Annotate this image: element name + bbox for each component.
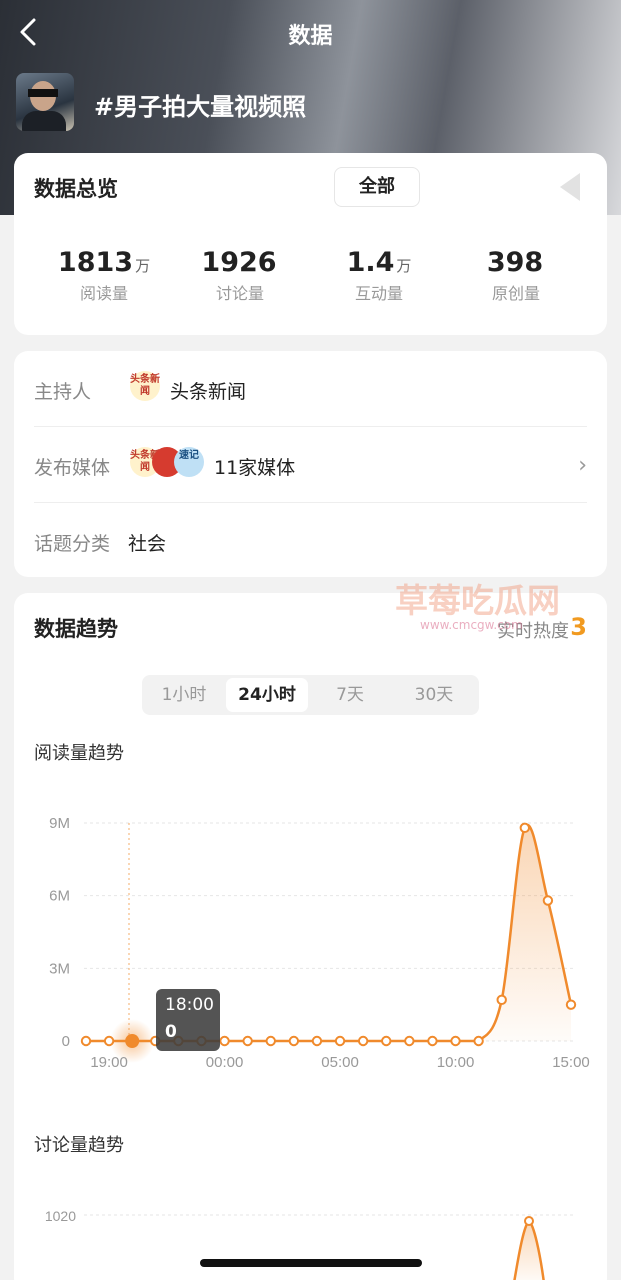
media-logo-3: 速记 (174, 447, 204, 477)
tab-24h[interactable]: 24小时 (226, 678, 308, 712)
stat-discussions: 1926 讨论量 (201, 247, 277, 303)
read-xtick-label: 15:00 (552, 1054, 590, 1071)
read-xtick-label: 05:00 (321, 1054, 359, 1071)
nav-bar: 数据 (0, 0, 621, 64)
read-ytick-label: 9M (49, 815, 70, 832)
watermark-logo: 草莓吃瓜网 (395, 581, 560, 620)
read-ytick-label: 0 (62, 1033, 70, 1050)
media-row[interactable]: 发布媒体 头条新闻 速记 11家媒体 › (34, 427, 587, 503)
read-data-point[interactable] (334, 1035, 346, 1047)
host-logo: 头条新闻 (130, 371, 160, 401)
chevron-right-icon: › (578, 453, 587, 478)
read-ytick-label: 6M (49, 888, 70, 905)
read-trend-title: 阅读量趋势 (34, 743, 124, 764)
read-data-point[interactable] (542, 895, 554, 906)
read-trend-chart: 0 3M 6M 9M 19:00 00:00 05:00 10:00 15:00 (49, 815, 590, 1071)
discuss-ytick: 1020 (45, 1208, 76, 1224)
read-data-point[interactable] (427, 1035, 438, 1047)
read-data-point[interactable] (473, 1035, 484, 1047)
stat-originals: 398 原创量 (486, 247, 544, 303)
topic-avatar (16, 73, 74, 131)
trend-card: 数据趋势 实时热度 3 1小时 24小时 7天 30天 阅读量趋势 0 3M 6M 9… (14, 593, 607, 1280)
trend-title: 数据趋势 (34, 617, 118, 641)
scroll-indicator-icon (560, 173, 580, 201)
read-data-point[interactable] (80, 1035, 92, 1047)
tab-1h[interactable]: 1小时 (146, 678, 222, 712)
overview-card: 数据总览 全部 1813 万 阅读量 1926 讨论量 1.4 万 互动量 398 … (14, 153, 607, 335)
heat-value: 3 (570, 613, 587, 641)
read-data-point[interactable] (519, 822, 531, 834)
host-value: 头条新闻 (170, 381, 247, 403)
tooltip-value: 0 (165, 1022, 177, 1042)
tooltip-time: 18:00 (165, 995, 214, 1015)
media-value: 11家媒体 (214, 457, 296, 479)
stat-reads: 1813 万 阅读量 (57, 247, 151, 303)
read-data-point[interactable] (404, 1035, 415, 1047)
overview-stats: 1813 万 阅读量 1926 讨论量 1.4 万 互动量 398 原创量 (14, 247, 607, 307)
read-xtick-label: 10:00 (437, 1054, 475, 1071)
tab-7d[interactable]: 7天 (312, 678, 388, 712)
selected-data-point[interactable] (125, 1034, 140, 1048)
read-data-point[interactable] (357, 1035, 369, 1047)
info-card: 主持人 头条新闻 头条新闻 发布媒体 头条新闻 速记 11家媒体 › 话题分类 … (14, 351, 607, 577)
read-data-point[interactable] (565, 999, 577, 1010)
read-xtick-label: 19:00 (90, 1054, 128, 1071)
page-title: 数据 (288, 24, 333, 49)
stat-interactions: 1.4 万 互动量 (346, 247, 412, 303)
read-data-point[interactable] (311, 1035, 323, 1047)
tab-30d[interactable]: 30天 (394, 678, 474, 712)
read-data-point[interactable] (450, 1035, 461, 1047)
time-range-tabs: 1小时 24小时 7天 30天 (142, 675, 479, 715)
home-indicator[interactable] (200, 1259, 422, 1267)
topic-title: #男子拍大量视频照 (94, 93, 307, 121)
topic-header: #男子拍大量视频照 (16, 73, 606, 133)
overview-title: 数据总览 (34, 177, 118, 201)
read-xtick-label: 00:00 (206, 1054, 244, 1071)
filter-all-button[interactable]: 全部 (334, 167, 420, 207)
read-data-point[interactable] (381, 1035, 392, 1047)
read-ytick-label: 3M (49, 960, 70, 977)
host-row: 主持人 头条新闻 头条新闻 (34, 351, 587, 427)
category-row: 话题分类 社会 (34, 503, 587, 579)
read-data-point[interactable] (242, 1035, 253, 1047)
chart-tooltip: 18:00 0 (156, 989, 220, 1051)
read-data-point[interactable] (219, 1035, 230, 1047)
discuss-trend-title: 讨论量趋势 (34, 1135, 124, 1156)
watermark-url: www.cmcgw.com (420, 618, 523, 632)
read-data-point[interactable] (496, 994, 507, 1006)
category-value: 社会 (128, 533, 167, 555)
discuss-point (524, 1216, 534, 1226)
read-data-point[interactable] (265, 1035, 276, 1047)
read-data-point[interactable] (288, 1035, 300, 1047)
